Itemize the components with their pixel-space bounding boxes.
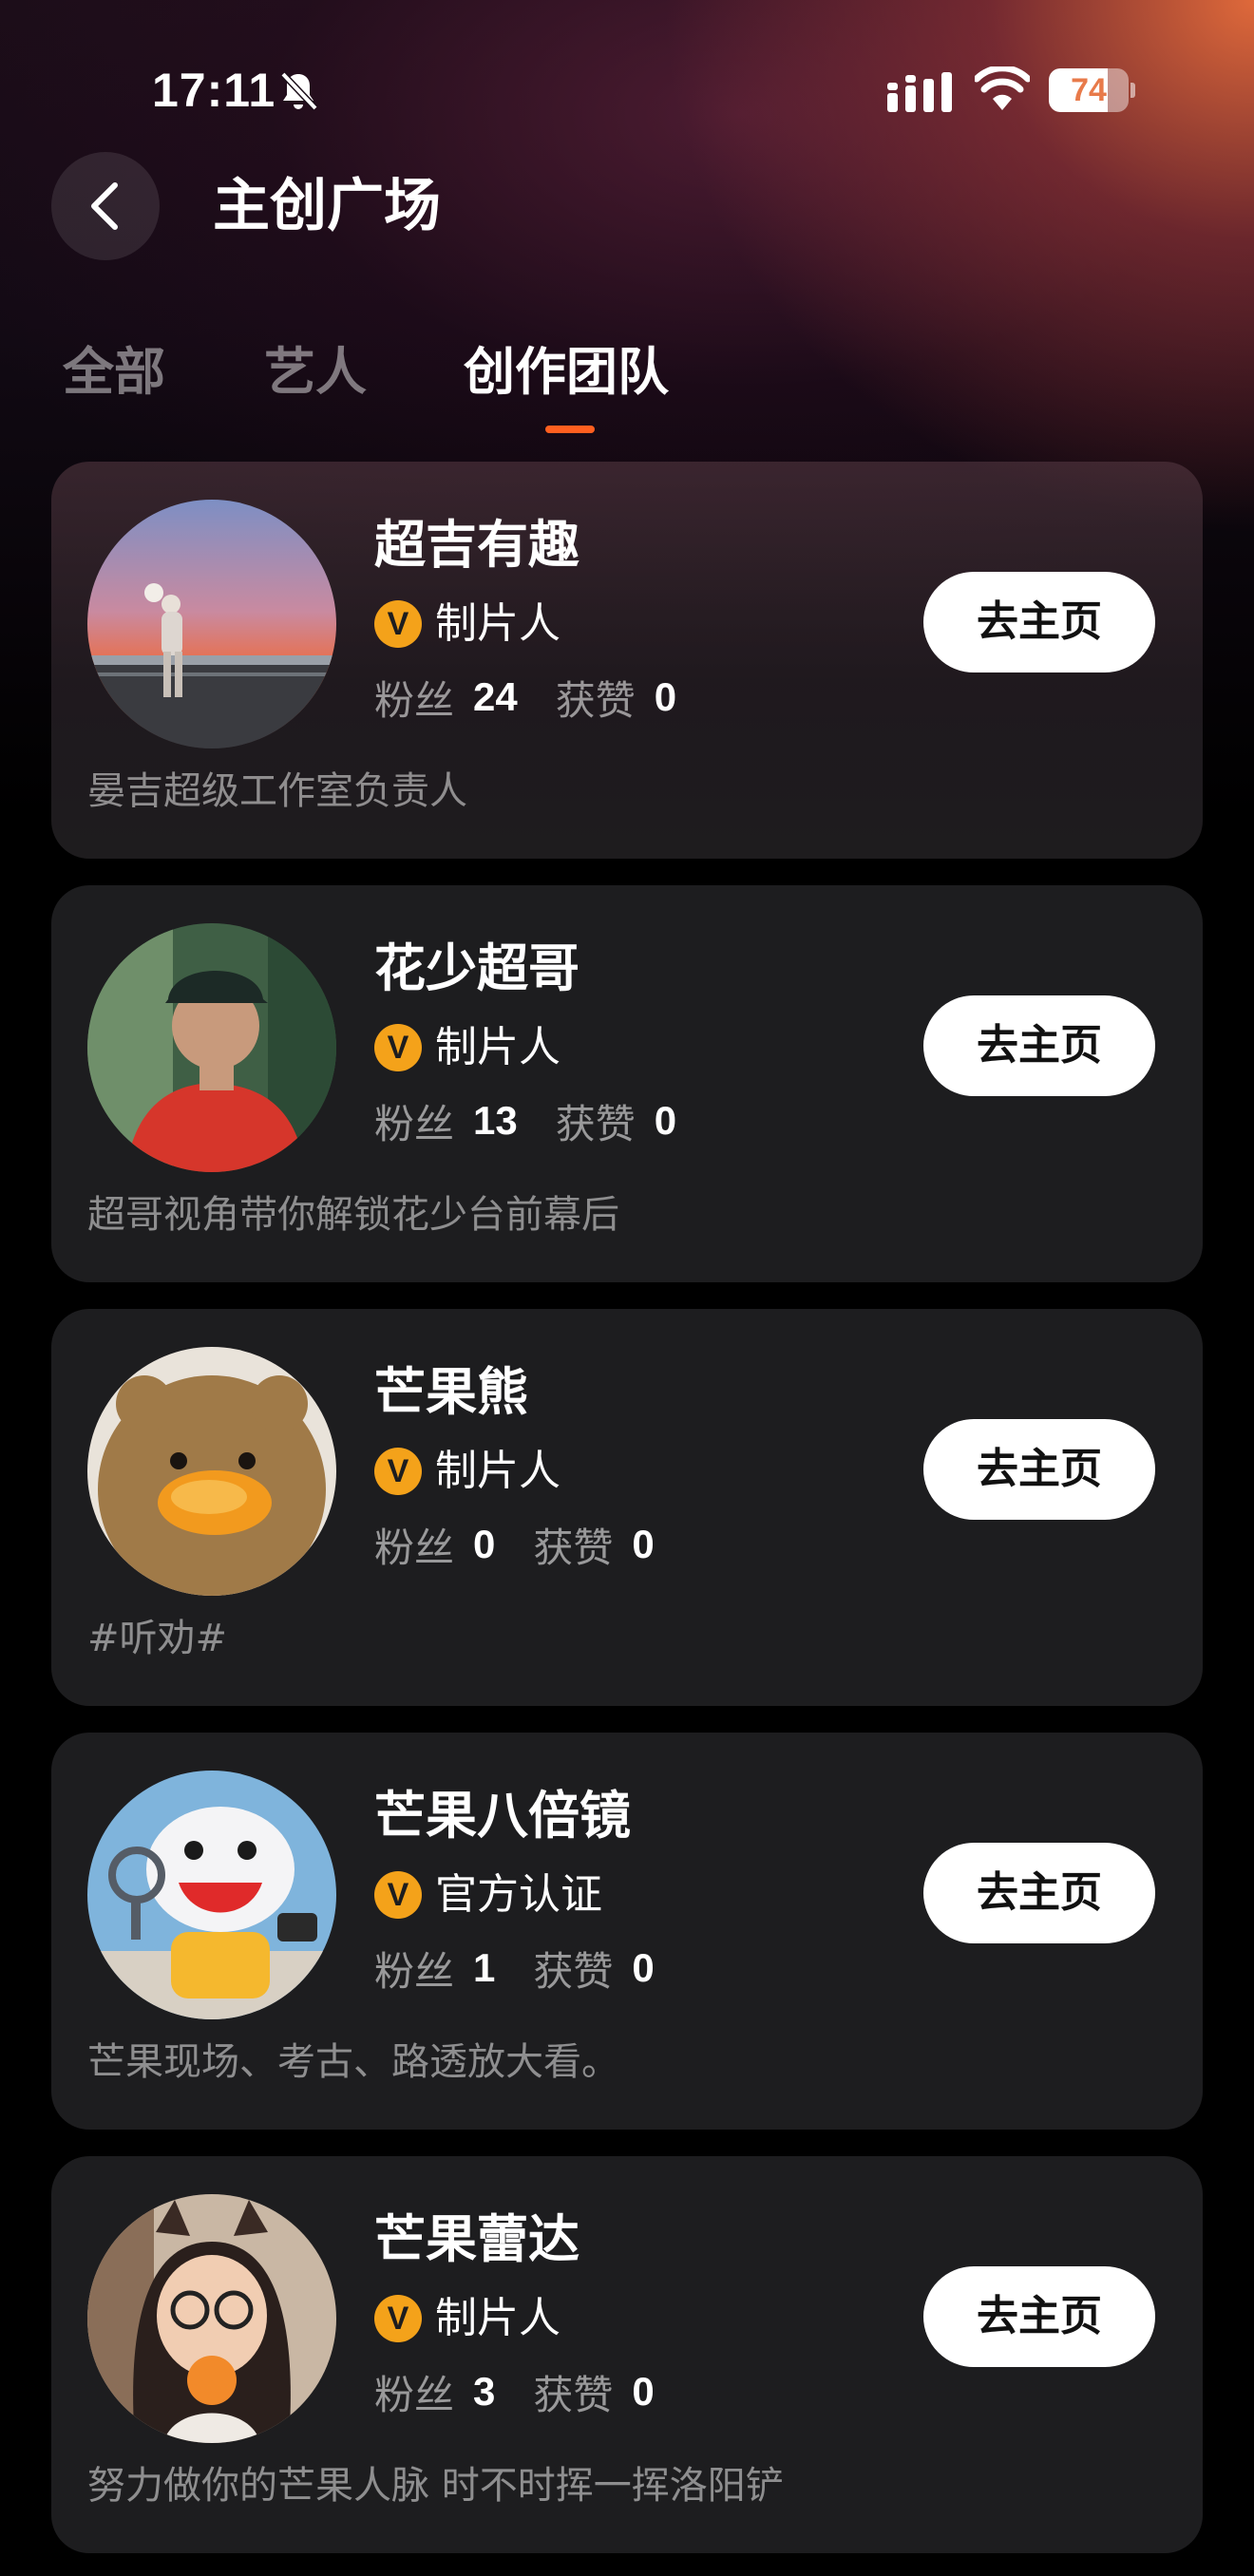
active-tab-indicator [545, 426, 595, 433]
creator-name: 芒果八倍镜 [374, 1786, 631, 1846]
creator-name: 花少超哥 [374, 938, 580, 998]
fans-count: 3 [473, 2369, 496, 2414]
stats-row: 粉丝 13 获赞 0 [374, 1094, 714, 1147]
likes-count: 0 [632, 2369, 655, 2414]
go-homepage-button[interactable]: 去主页 [923, 1419, 1155, 1520]
tab-all[interactable]: 全部 [63, 344, 165, 401]
stats-row: 粉丝 0 获赞 0 [374, 1518, 693, 1571]
verified-v-icon: V [374, 2295, 422, 2342]
fans-label: 粉丝 [374, 676, 455, 724]
creator-card[interactable]: 芒果蕾达 V 制片人 粉丝 3 获赞 0 努力做你的芒果人脉 时不时挥一挥洛阳铲… [51, 2156, 1203, 2553]
role-row: V 制片人 [374, 1022, 560, 1073]
creator-description: 晏吉超级工作室负责人 [87, 769, 467, 813]
likes-count: 0 [654, 674, 677, 719]
role-row: V 制片人 [374, 1446, 560, 1497]
battery-indicator: 74 [1049, 68, 1135, 112]
creator-description: #听劝# [87, 1617, 228, 1660]
stats-row: 粉丝 3 获赞 0 [374, 2365, 693, 2418]
tab-creative-team[interactable]: 创作团队 [464, 344, 669, 401]
likes-label: 获赞 [533, 1947, 614, 1995]
likes-count: 0 [632, 1945, 655, 1990]
creator-card[interactable]: 超吉有趣 V 制片人 粉丝 24 获赞 0 晏吉超级工作室负责人 去主页 [51, 462, 1203, 859]
fans-count: 1 [473, 1945, 496, 1990]
verified-v-icon: V [374, 1024, 422, 1071]
go-homepage-button[interactable]: 去主页 [923, 2266, 1155, 2367]
chevron-left-icon [91, 182, 118, 230]
creator-role: 制片人 [435, 599, 560, 648]
stats-row: 粉丝 24 获赞 0 [374, 671, 714, 724]
verified-v-icon: V [374, 1448, 422, 1495]
avatar[interactable] [87, 923, 336, 1172]
fans-count: 0 [473, 1522, 496, 1566]
status-bar: 17:11 74 [0, 0, 1254, 180]
likes-label: 获赞 [555, 676, 636, 724]
creator-card[interactable]: 花少超哥 V 制片人 粉丝 13 获赞 0 超哥视角带你解锁花少台前幕后 去主页 [51, 885, 1203, 1282]
creator-card[interactable]: 芒果八倍镜 V 官方认证 粉丝 1 获赞 0 芒果现场、考古、路透放大看。 去主… [51, 1733, 1203, 2130]
battery-level: 74 [1071, 72, 1107, 108]
creator-role: 制片人 [435, 1023, 560, 1071]
cellular-signal-icon [887, 72, 952, 112]
creator-name: 超吉有趣 [374, 515, 580, 575]
creator-name: 芒果熊 [374, 1362, 528, 1422]
creator-card[interactable]: 芒果熊 V 制片人 粉丝 0 获赞 0 #听劝# 去主页 [51, 1309, 1203, 1706]
go-homepage-button[interactable]: 去主页 [923, 995, 1155, 1096]
creator-description: 努力做你的芒果人脉 时不时挥一挥洛阳铲 [87, 2464, 784, 2508]
fans-label: 粉丝 [374, 1947, 455, 1995]
likes-label: 获赞 [555, 1100, 636, 1147]
avatar[interactable] [87, 2194, 336, 2443]
likes-count: 0 [632, 1522, 655, 1566]
role-row: V 制片人 [374, 2293, 560, 2344]
creator-name: 芒果蕾达 [374, 2209, 580, 2269]
creator-role: 制片人 [435, 1447, 560, 1495]
stats-row: 粉丝 1 获赞 0 [374, 1941, 693, 1995]
battery-tip [1130, 83, 1135, 98]
creator-description: 芒果现场、考古、路透放大看。 [87, 2040, 619, 2084]
role-row: V 官方认证 [374, 1869, 602, 1921]
fans-count: 13 [473, 1098, 518, 1143]
fans-label: 粉丝 [374, 2371, 455, 2418]
back-button[interactable] [51, 152, 160, 260]
likes-label: 获赞 [533, 1524, 614, 1571]
avatar[interactable] [87, 1771, 336, 2019]
fans-label: 粉丝 [374, 1524, 455, 1571]
fans-label: 粉丝 [374, 1100, 455, 1147]
go-homepage-button[interactable]: 去主页 [923, 1843, 1155, 1943]
verified-v-icon: V [374, 1871, 422, 1919]
status-time: 17:11 [152, 64, 276, 117]
avatar[interactable] [87, 1347, 336, 1596]
likes-count: 0 [654, 1098, 677, 1143]
bell-mute-icon [280, 71, 318, 111]
likes-label: 获赞 [533, 2371, 614, 2418]
battery-body: 74 [1049, 68, 1129, 112]
tab-artists[interactable]: 艺人 [264, 344, 367, 401]
creator-description: 超哥视角带你解锁花少台前幕后 [87, 1193, 619, 1237]
fans-count: 24 [473, 674, 518, 719]
verified-v-icon: V [374, 600, 422, 648]
go-homepage-button[interactable]: 去主页 [923, 572, 1155, 672]
page-title: 主创广场 [213, 173, 441, 239]
creator-role: 制片人 [435, 2294, 560, 2342]
role-row: V 制片人 [374, 598, 560, 650]
avatar[interactable] [87, 500, 336, 748]
creator-role: 官方认证 [435, 1870, 602, 1919]
wifi-icon [975, 66, 1030, 110]
